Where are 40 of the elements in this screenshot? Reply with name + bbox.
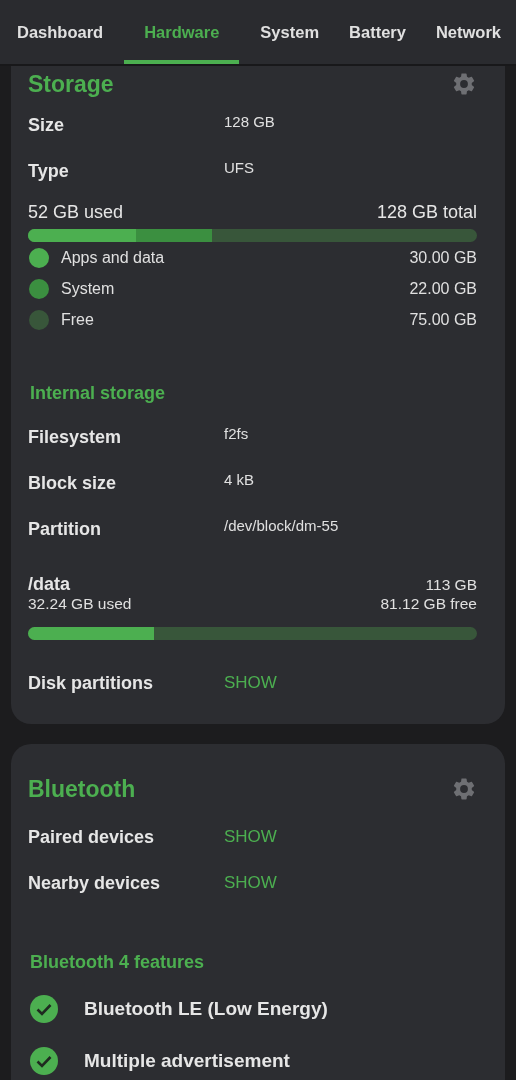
property-label: Type [28,160,70,182]
property-label: Partition [28,518,102,540]
total-text: 128 GB total [376,202,477,223]
property-label: Filesystem [28,426,123,448]
property-label: Disk partitions [28,672,155,694]
property-value: f2fs [224,424,249,442]
property-label: Block size [28,472,118,494]
legend-value: 75.00 GB [409,310,477,329]
used-text: 32.24 GB used [28,595,132,613]
tab[interactable]: Dashboard [8,0,113,64]
property-label: Paired devices [28,826,156,848]
property-value: 128 GB [224,112,275,130]
property-label: Size [28,114,66,136]
property-value: UFS [224,158,254,176]
feature-label: Bluetooth LE (Low Energy) [84,998,328,1020]
settings-icon[interactable] [451,71,477,97]
show-link[interactable]: SHOW [224,673,277,693]
used-text: 52 GB used [28,202,124,223]
section-title: Internal storage [30,383,167,404]
show-link[interactable]: SHOW [224,827,277,847]
partition-size: 113 GB [425,576,477,594]
free-text: 81.12 GB free [380,595,477,613]
legend-value: 30.00 GB [409,248,477,267]
property-value: 4 kB [224,470,254,488]
tab[interactable]: Network [426,0,510,64]
settings-icon[interactable] [451,776,477,802]
legend-label: Apps and data [61,248,166,267]
tab[interactable]: System [251,0,329,64]
property-label: Nearby devices [28,872,162,894]
legend-value: 22.00 GB [409,279,477,298]
mount-path: /data [28,574,70,595]
feature-label: Multiple advertisement [84,1050,290,1072]
property-value: /dev/block/dm-55 [224,516,339,534]
card-title: Bluetooth [28,775,136,803]
tab[interactable]: Battery [340,0,415,64]
legend-label: Free [61,310,95,329]
show-link[interactable]: SHOW [224,873,277,893]
legend-label: System [61,279,116,298]
card-title: Storage [28,70,114,98]
section-title: Bluetooth 4 features [30,952,206,973]
